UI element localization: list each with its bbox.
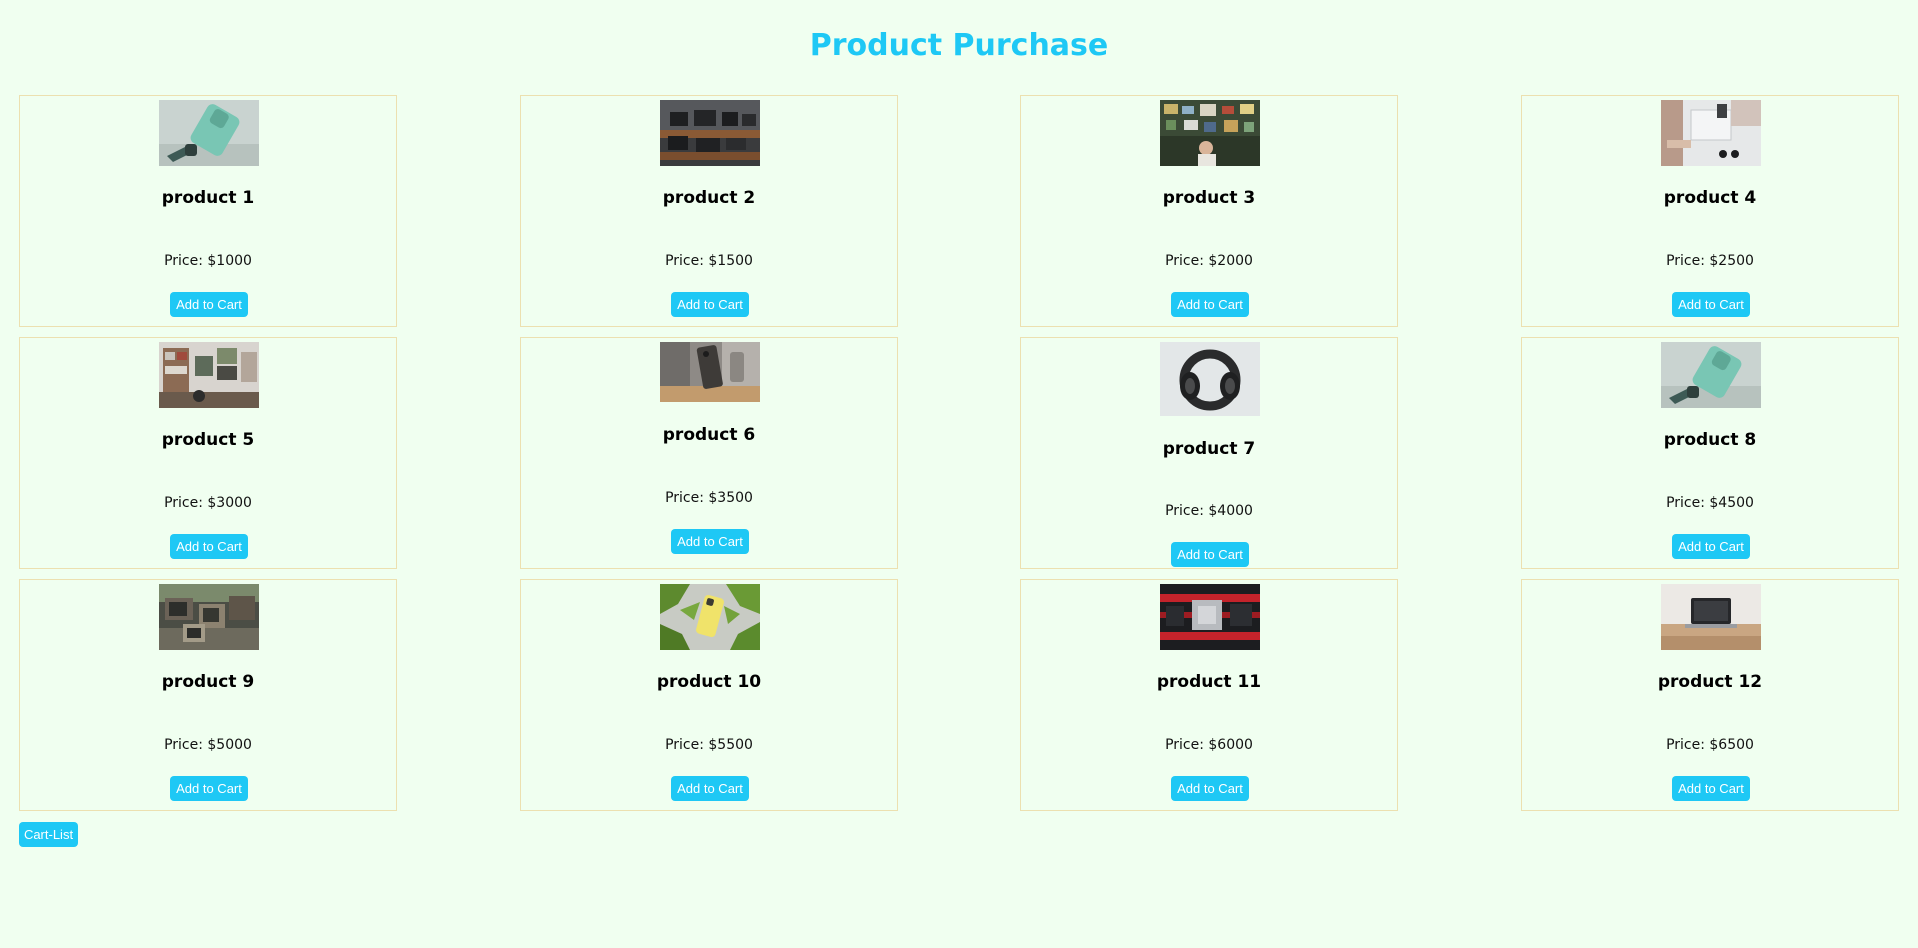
product-image — [660, 342, 760, 402]
product-price: Price: $5000 — [164, 737, 252, 753]
product-image — [660, 584, 760, 650]
product-name: product 8 — [1663, 430, 1757, 450]
product-image — [159, 584, 259, 650]
product-card: product 3 Price: $2000 Add to Cart — [1020, 95, 1398, 327]
product-name: product 12 — [1657, 672, 1763, 692]
add-to-cart-button[interactable]: Add to Cart — [170, 292, 248, 317]
product-image — [660, 100, 760, 166]
product-image — [1661, 100, 1761, 166]
product-price: Price: $2000 — [1165, 253, 1253, 269]
product-card: product 1 Price: $1000 Add to Cart — [19, 95, 397, 327]
product-price: Price: $4000 — [1165, 503, 1253, 519]
product-price: Price: $3500 — [665, 490, 753, 506]
product-card: product 8 Price: $4500 Add to Cart — [1521, 337, 1899, 569]
add-to-cart-button[interactable]: Add to Cart — [1672, 776, 1750, 801]
product-price: Price: $2500 — [1666, 253, 1754, 269]
product-name: product 10 — [656, 672, 762, 692]
add-to-cart-button[interactable]: Add to Cart — [170, 776, 248, 801]
product-card: product 12 Price: $6500 Add to Cart — [1521, 579, 1899, 811]
product-card: product 11 Price: $6000 Add to Cart — [1020, 579, 1398, 811]
product-name: product 9 — [161, 672, 255, 692]
add-to-cart-button[interactable]: Add to Cart — [1672, 292, 1750, 317]
product-name: product 1 — [161, 188, 255, 208]
product-name: product 5 — [161, 430, 255, 450]
product-card: product 7 Price: $4000 Add to Cart — [1020, 337, 1398, 569]
product-name: product 6 — [662, 425, 756, 445]
product-card: product 6 Price: $3500 Add to Cart — [520, 337, 898, 569]
product-image — [1661, 342, 1761, 408]
product-price: Price: $6500 — [1666, 737, 1754, 753]
product-image — [1160, 342, 1260, 416]
product-name: product 11 — [1156, 672, 1262, 692]
product-card: product 10 Price: $5500 Add to Cart — [520, 579, 898, 811]
add-to-cart-button[interactable]: Add to Cart — [1672, 534, 1750, 559]
product-name: product 2 — [662, 188, 756, 208]
product-image — [1160, 100, 1260, 166]
add-to-cart-button[interactable]: Add to Cart — [671, 292, 749, 317]
product-card: product 5 Price: $3000 Add to Cart — [19, 337, 397, 569]
product-name: product 4 — [1663, 188, 1757, 208]
product-price: Price: $4500 — [1666, 495, 1754, 511]
product-name: product 3 — [1162, 188, 1256, 208]
product-price: Price: $5500 — [665, 737, 753, 753]
product-image — [159, 342, 259, 408]
product-image — [1160, 584, 1260, 650]
page-title: Product Purchase — [809, 28, 1109, 63]
product-price: Price: $1000 — [164, 253, 252, 269]
product-name: product 7 — [1162, 439, 1256, 459]
product-image — [159, 100, 259, 166]
add-to-cart-button[interactable]: Add to Cart — [671, 529, 749, 554]
add-to-cart-button[interactable]: Add to Cart — [1171, 776, 1249, 801]
add-to-cart-button[interactable]: Add to Cart — [671, 776, 749, 801]
product-price: Price: $3000 — [164, 495, 252, 511]
add-to-cart-button[interactable]: Add to Cart — [1171, 542, 1249, 567]
product-card: product 9 Price: $5000 Add to Cart — [19, 579, 397, 811]
add-to-cart-button[interactable]: Add to Cart — [170, 534, 248, 559]
product-card: product 2 Price: $1500 Add to Cart — [520, 95, 898, 327]
cart-list-button[interactable]: Cart-List — [19, 822, 78, 847]
add-to-cart-button[interactable]: Add to Cart — [1171, 292, 1249, 317]
product-image — [1661, 584, 1761, 650]
product-price: Price: $1500 — [665, 253, 753, 269]
product-card: product 4 Price: $2500 Add to Cart — [1521, 95, 1899, 327]
product-price: Price: $6000 — [1165, 737, 1253, 753]
